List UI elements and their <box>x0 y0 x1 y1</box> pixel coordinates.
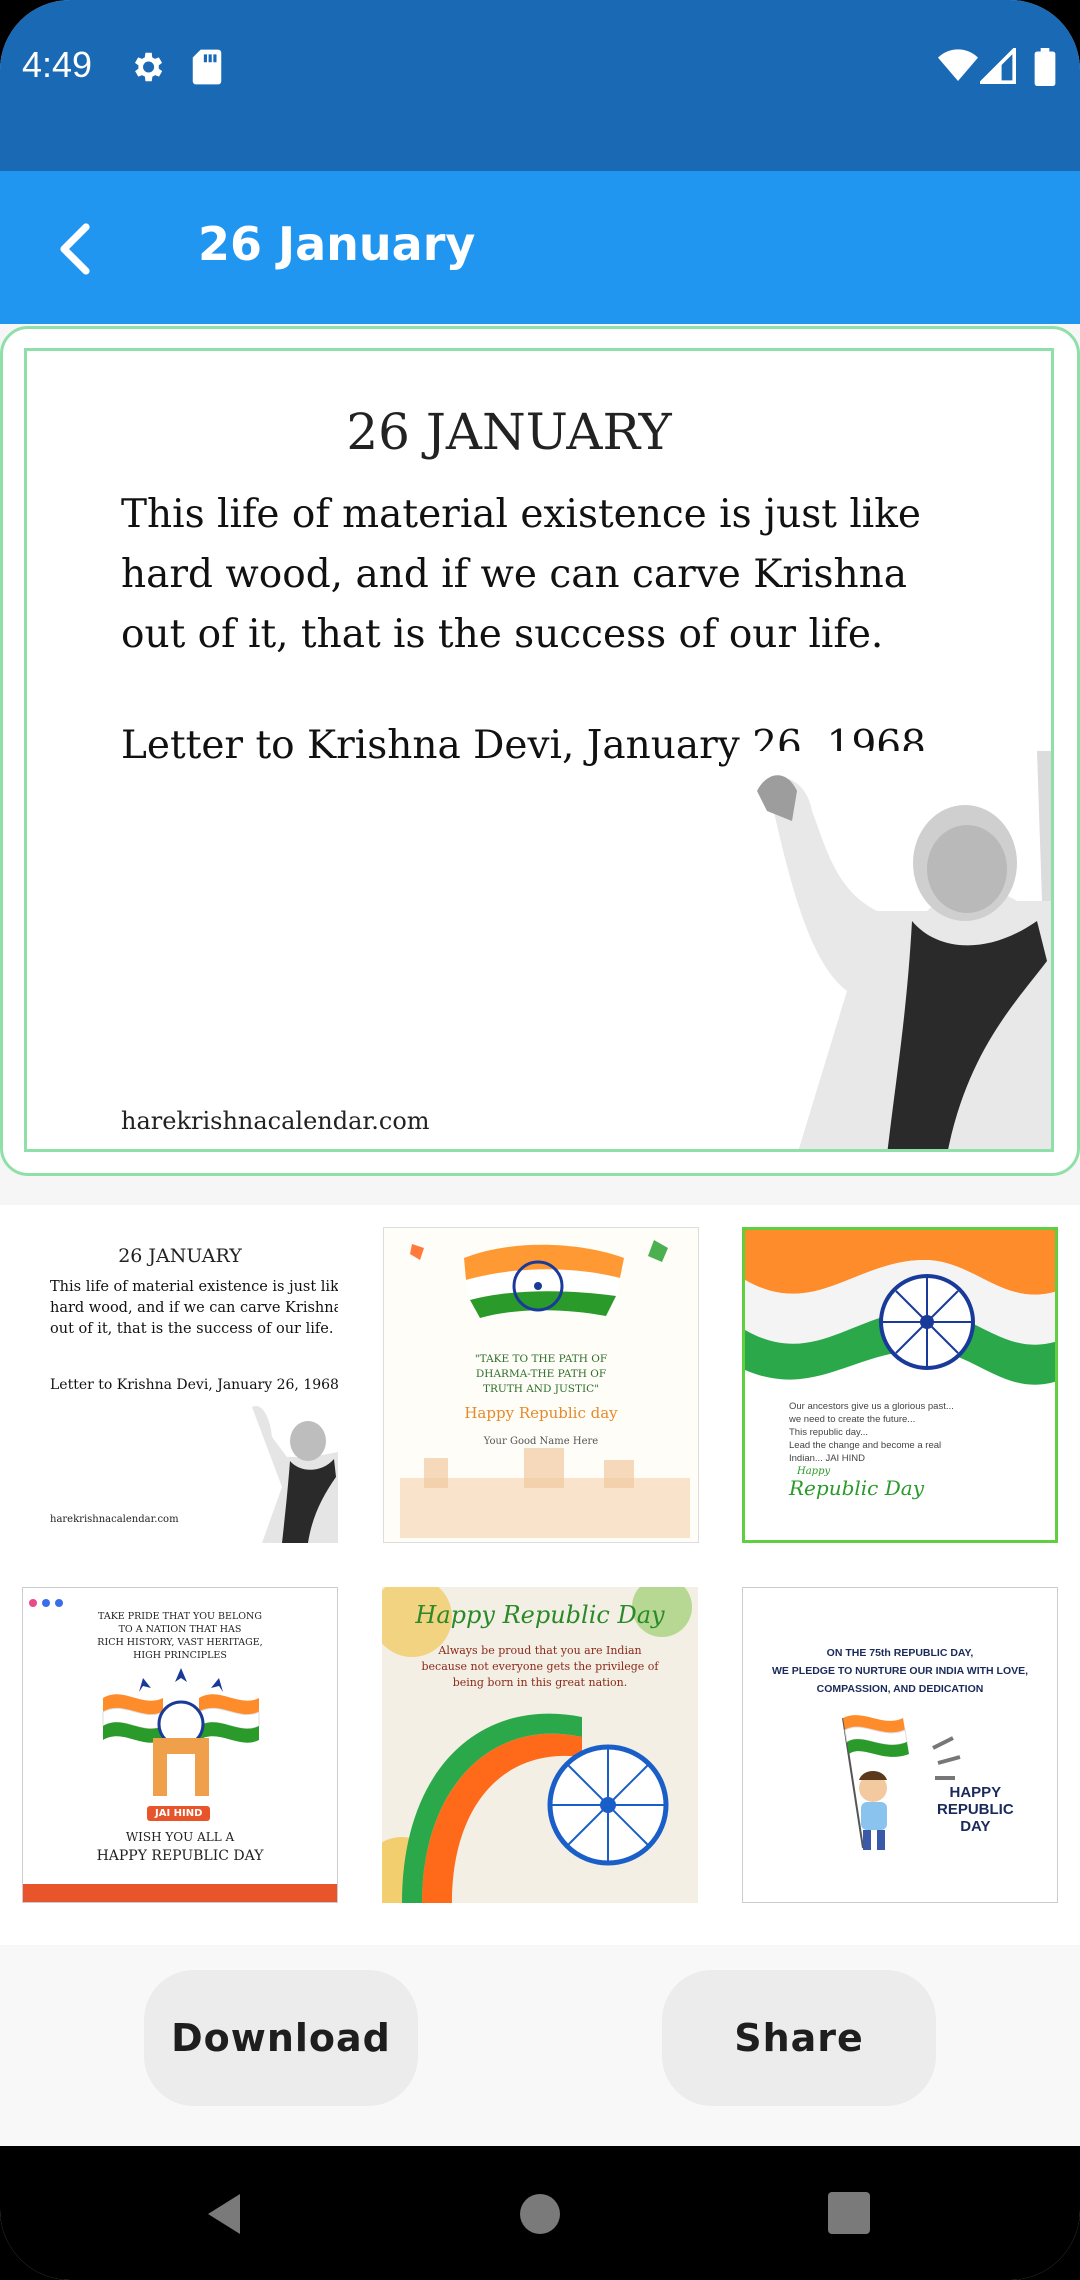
battery-icon <box>1034 48 1056 90</box>
app-screen: 4:49 26 January 26 JANUARY This life of … <box>0 0 1080 2280</box>
thumb-line: "TAKE TO THE PATH OF <box>474 1353 608 1365</box>
download-button[interactable]: Download <box>144 1970 418 2106</box>
app-bar: 26 January <box>0 171 1080 324</box>
template-thumbnail[interactable]: TAKE PRIDE THAT YOU BELONG TO A NATION T… <box>22 1587 338 1903</box>
thumb-site: harekrishnacalendar.com <box>50 1514 179 1525</box>
thumb-line: HAPPY <box>949 1784 1002 1801</box>
thumb-line: out of it, that is the success of our li… <box>50 1321 334 1337</box>
thumb-line: REPUBLIC <box>937 1801 1014 1818</box>
action-bar: Download Share <box>0 1946 1080 2146</box>
thumb-line: being born in this great nation. <box>452 1676 628 1689</box>
thumb-line: ON THE 75th REPUBLIC DAY, <box>826 1647 974 1659</box>
thumb-line: hard wood, and if we can carve Krishna <box>50 1300 338 1316</box>
thumb-text: ON THE 75th REPUBLIC DAY, WE PLEDGE TO N… <box>743 1644 1057 1698</box>
thumb-title: Happy Republic Day <box>415 1601 665 1629</box>
back-nav-icon[interactable] <box>204 2192 244 2240</box>
page-title: 26 January <box>198 217 476 271</box>
splash-chakra-image <box>382 1587 692 1903</box>
thumb-line: Always be proud that you are Indian <box>438 1644 642 1657</box>
devotee-photo-image <box>737 751 1051 1149</box>
thumb-line: TRUTH AND JUSTIC" <box>482 1383 600 1395</box>
thumb-label: HAPPY REPUBLIC DAY <box>937 1784 1014 1835</box>
thumb-line: This life of material existence is just … <box>50 1279 338 1295</box>
thumb-line: This republic day... <box>789 1427 869 1438</box>
preview-site: harekrishnacalendar.com <box>121 1107 430 1135</box>
thumb-line: TO A NATION THAT HAS <box>118 1624 242 1635</box>
template-thumbnail[interactable]: Happy Republic Day Always be proud that … <box>382 1587 698 1903</box>
thumb-line: Our ancestors give us a glorious past... <box>789 1401 954 1412</box>
thumb-wish: WISH YOU ALL A <box>125 1830 235 1844</box>
thumb-text: TAKE PRIDE THAT YOU BELONG TO A NATION T… <box>23 1610 337 1662</box>
thumb-name: Your Good Name Here <box>483 1436 599 1447</box>
thumb-line: COMPASSION, AND DEDICATION <box>816 1683 984 1695</box>
thumb-heading: 26 JANUARY <box>118 1245 242 1267</box>
thumb-text: Our ancestors give us a glorious past...… <box>789 1400 954 1465</box>
dots-icon <box>29 1592 64 1611</box>
chevron-left-icon <box>60 223 90 275</box>
thumb-line: DAY <box>960 1818 991 1835</box>
thumb-line: WE PLEDGE TO NURTURE OUR INDIA WITH LOVE… <box>771 1665 1029 1677</box>
thumb-quote: "TAKE TO THE PATH OF DHARMA-THE PATH OF … <box>384 1352 698 1397</box>
status-bar: 4:49 <box>0 0 1080 171</box>
thumb-greeting: Republic Day <box>789 1476 924 1500</box>
template-thumbnail[interactable]: ON THE 75th REPUBLIC DAY, WE PLEDGE TO N… <box>742 1587 1058 1903</box>
thumb-wish: HAPPY REPUBLIC DAY <box>96 1848 264 1864</box>
preview-heading: 26 JANUARY <box>346 403 672 461</box>
thumb-line: Lead the change and become a real <box>789 1440 942 1451</box>
wifi-icon <box>938 48 978 88</box>
home-nav-icon[interactable] <box>518 2192 562 2240</box>
quote-line: hard wood, and if we can carve Krishna <box>121 552 907 597</box>
thumb-line: HIGH PRINCIPLES <box>133 1650 227 1661</box>
thumb-text: This life of material existence is just … <box>50 1277 338 1340</box>
template-thumbnail[interactable]: Our ancestors give us a glorious past...… <box>742 1227 1058 1543</box>
share-button[interactable]: Share <box>662 1970 936 2106</box>
navigation-bar <box>0 2146 1080 2280</box>
quote-line: This life of material existence is just … <box>121 492 921 537</box>
thumb-line: Indian... JAI HIND <box>789 1453 866 1464</box>
thumb-footer-bar <box>23 1884 337 1902</box>
recents-nav-icon[interactable] <box>828 2192 870 2238</box>
signal-icon <box>977 45 1016 88</box>
template-thumbnail[interactable]: "TAKE TO THE PATH OF DHARMA-THE PATH OF … <box>383 1227 699 1543</box>
preview-image[interactable]: 26 JANUARY This life of material existen… <box>24 348 1054 1152</box>
thumb-line: DHARMA-THE PATH OF <box>475 1368 607 1380</box>
thumb-line: we need to create the future... <box>789 1414 916 1425</box>
gear-icon <box>128 48 166 90</box>
status-time: 4:49 <box>22 44 93 85</box>
thumb-greeting: Happy Republic day <box>464 1404 618 1422</box>
thumb-badge: JAI HIND <box>147 1806 211 1821</box>
devotee-thumb-image <box>252 1406 338 1543</box>
sd-card-icon <box>190 48 224 90</box>
thumb-text: Always be proud that you are Indian beca… <box>382 1643 698 1691</box>
thumb-line: because not everyone gets the privilege … <box>421 1660 659 1673</box>
back-button[interactable] <box>36 209 116 289</box>
template-grid: 26 JANUARY This life of material existen… <box>0 1205 1080 1945</box>
thumb-line: RICH HISTORY, VAST HERITAGE, <box>97 1637 263 1648</box>
india-gate-image <box>102 1668 260 1796</box>
child-flag-image <box>842 1715 961 1850</box>
thumb-line: TAKE PRIDE THAT YOU BELONG <box>98 1611 262 1622</box>
quote-line: out of it, that is the success of our li… <box>121 612 884 657</box>
thumb-source: Letter to Krishna Devi, January 26, 1968 <box>50 1377 338 1393</box>
template-thumbnail[interactable]: 26 JANUARY This life of material existen… <box>22 1227 338 1543</box>
preview-quote: This life of material existence is just … <box>121 485 921 665</box>
